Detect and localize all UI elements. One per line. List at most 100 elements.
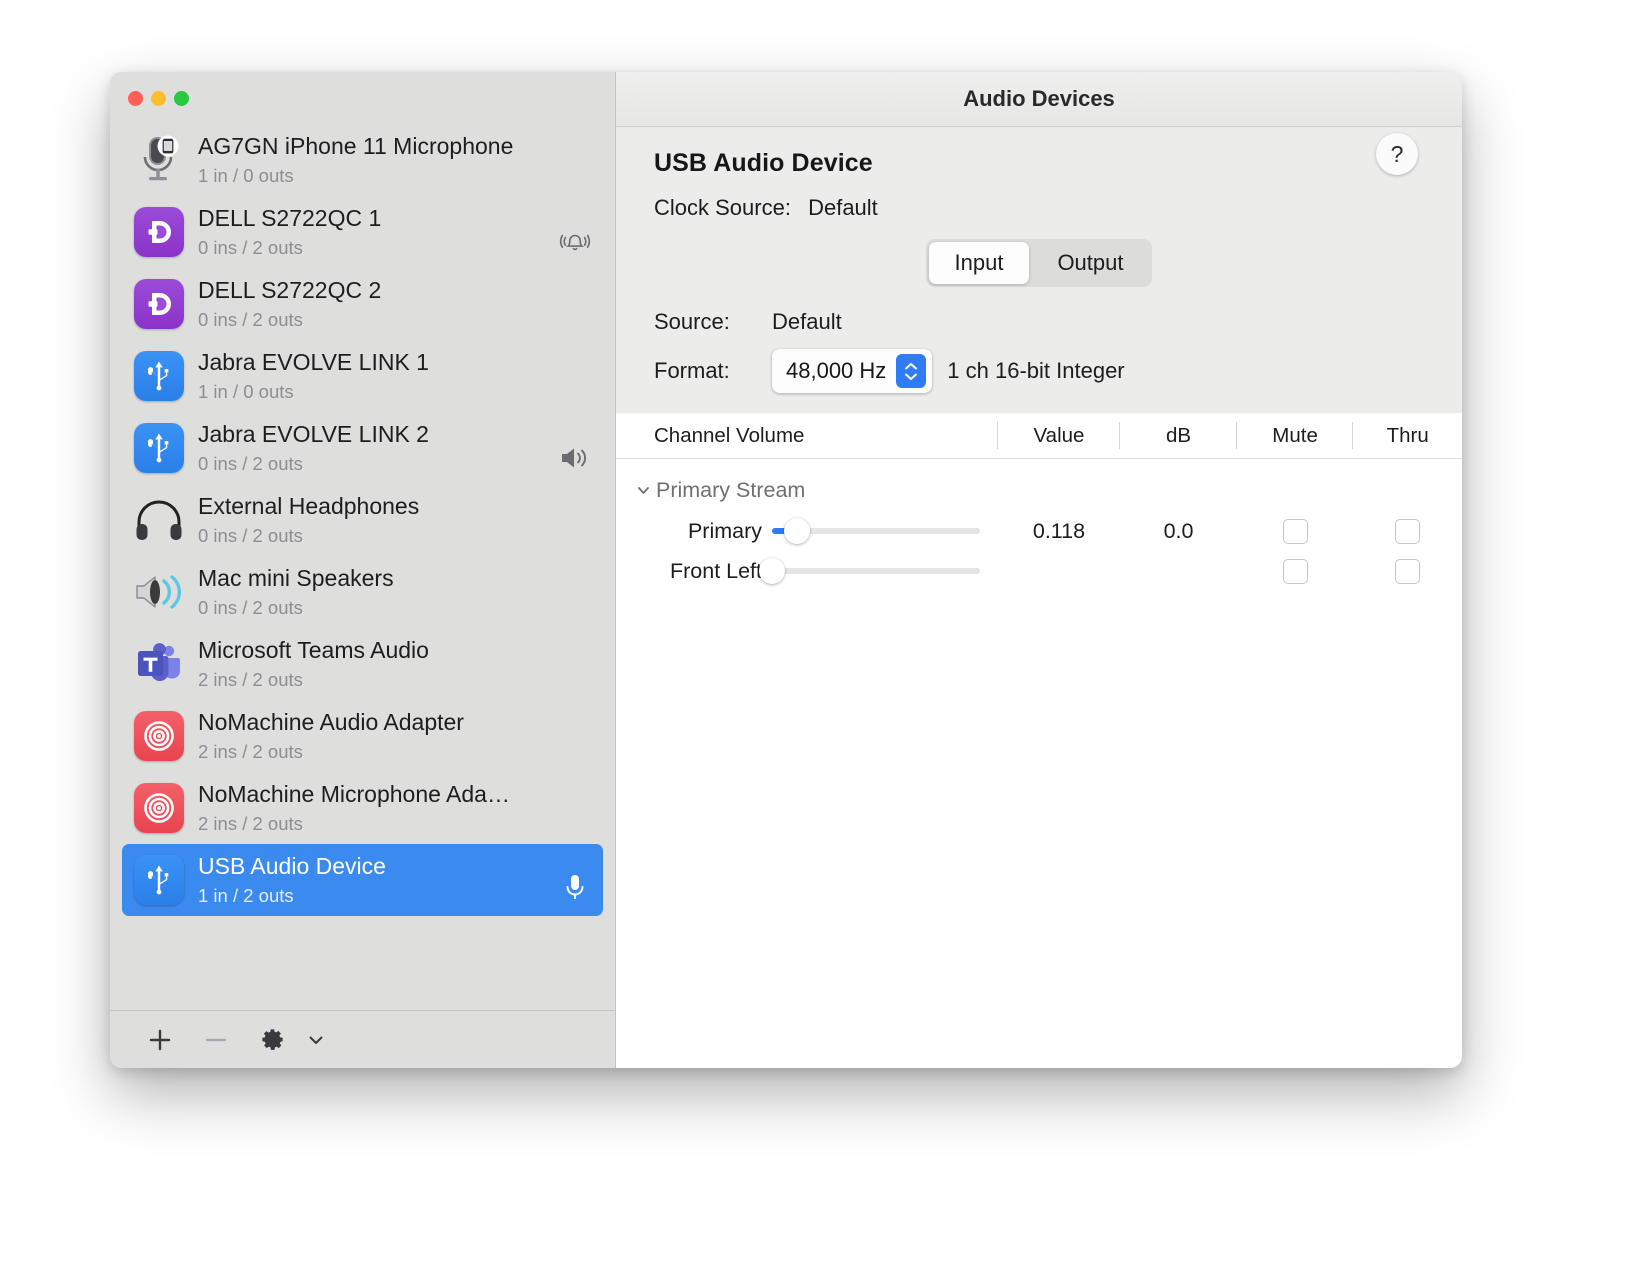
microphone-icon-glyph (566, 875, 584, 899)
sample-rate-popup-button[interactable]: 48,000 Hz (772, 349, 933, 393)
channel-row: Primary 0.118 0.0 (616, 511, 1462, 551)
format-description: 1 ch 16-bit Integer (947, 358, 1125, 383)
thru-checkbox-cell (1353, 518, 1462, 544)
column-label: Value (1033, 423, 1085, 447)
close-button[interactable] (128, 90, 143, 106)
device-channels-label: 0 ins / 2 outs (198, 236, 303, 258)
microphone-icon (555, 853, 595, 907)
device-row[interactable]: DELL S2722QC 2 0 ins / 2 outs (122, 268, 603, 340)
mute-checkbox[interactable] (1282, 518, 1308, 544)
usb-icon-badge (134, 855, 184, 905)
format-row: Format: 48,000 Hz 1 ch 16-bit Integer (654, 349, 1424, 393)
displayport-icon-badge (134, 279, 184, 329)
device-row[interactable]: AG7GN iPhone 11 Microphone 1 in / 0 outs (122, 124, 603, 196)
device-name-label: Mac mini Speakers (198, 565, 394, 592)
device-name-label: USB Audio Device (198, 853, 386, 880)
chevron-down-icon (309, 1036, 323, 1044)
table-body: Primary Stream Primary 0.118 0.0 Front Left (616, 459, 1462, 1068)
gear-chevron-down-icon[interactable] (300, 1018, 332, 1062)
zoom-button[interactable] (174, 90, 189, 106)
column-header-value[interactable]: Value (998, 413, 1121, 458)
mute-checkbox-cell (1237, 518, 1354, 544)
add-device-button[interactable] (132, 1018, 188, 1062)
headphones-icon (132, 493, 186, 547)
channel-value: 0.118 (1032, 518, 1086, 543)
gear-menu-button[interactable] (244, 1018, 300, 1062)
device-name-label: NoMachine Audio Adapter (198, 709, 464, 736)
io-segmented-control[interactable]: Input Output (925, 239, 1153, 287)
stream-group-row[interactable]: Primary Stream (616, 469, 1462, 511)
volume-slider[interactable] (759, 557, 980, 585)
volume-slider[interactable] (772, 517, 980, 545)
device-text: DELL S2722QC 2 0 ins / 2 outs (198, 276, 555, 332)
source-label: Source: (654, 309, 730, 334)
tab-output[interactable]: Output (1031, 242, 1149, 284)
column-header-thru[interactable]: Thru (1353, 413, 1462, 458)
mute-checkbox[interactable] (1282, 558, 1308, 584)
sidebar-toolbar (110, 1010, 615, 1068)
stepper-icon[interactable] (896, 354, 927, 388)
minus-icon (205, 1038, 227, 1041)
displayport-icon-badge (134, 207, 184, 257)
device-list[interactable]: AG7GN iPhone 11 Microphone 1 in / 0 outs D… (110, 124, 615, 1010)
minimize-button[interactable] (151, 90, 166, 106)
tab-input[interactable]: Input (928, 242, 1030, 284)
slider-knob[interactable] (783, 518, 810, 544)
speaker-waves-icon (132, 565, 186, 619)
window-title: Audio Devices (963, 86, 1115, 111)
disclosure-chevron-down-icon[interactable] (630, 482, 656, 499)
speaker-waves-icon-glyph (136, 575, 182, 609)
thru-checkbox[interactable] (1395, 518, 1421, 544)
device-row[interactable]: NoMachine Microphone Ada… 2 ins / 2 outs (122, 772, 603, 844)
device-row[interactable]: DELL S2722QC 1 0 ins / 2 outs (122, 196, 603, 268)
teams-icon (132, 637, 186, 691)
device-text: DELL S2722QC 1 0 ins / 2 outs (198, 204, 555, 260)
window-titlebar: Audio Devices (616, 72, 1462, 127)
device-name-label: Microsoft Teams Audio (198, 637, 429, 664)
clock-source-row: Clock Source: Default (654, 195, 1432, 221)
usb-icon-badge (134, 423, 184, 473)
chevron-up-icon (905, 362, 918, 369)
channel-label: Primary (687, 518, 762, 543)
device-status-empty (555, 277, 595, 331)
device-status-empty (555, 493, 595, 547)
device-row[interactable]: External Headphones 0 ins / 2 outs (122, 484, 603, 556)
device-channels-label: 0 ins / 2 outs (198, 596, 303, 618)
column-header-channel-volume[interactable]: Channel Volume (616, 413, 998, 458)
device-row[interactable]: NoMachine Audio Adapter 2 ins / 2 outs (122, 700, 603, 772)
clock-source-label: Clock Source: (654, 195, 791, 220)
device-status-empty (555, 565, 595, 619)
source-value[interactable]: Default (772, 309, 842, 335)
column-label: Channel Volume (654, 423, 805, 447)
help-button[interactable]: ? (1376, 133, 1418, 175)
displayport-icon (132, 277, 186, 331)
slider-track[interactable] (772, 568, 980, 574)
microphone-iphone-icon-glyph (143, 135, 179, 181)
column-header-mute[interactable]: Mute (1237, 413, 1354, 458)
source-row: Source: Default (654, 309, 1424, 335)
device-name-label: NoMachine Microphone Ada… (198, 781, 510, 808)
column-label: dB (1165, 423, 1192, 447)
gear-icon (261, 1029, 283, 1050)
device-row[interactable]: Jabra EVOLVE LINK 1 1 in / 0 outs (122, 340, 603, 412)
format-block: Source: Default Format: 48,000 Hz 1 ch 1… (616, 287, 1462, 413)
device-row[interactable]: Jabra EVOLVE LINK 2 0 ins / 2 outs (122, 412, 603, 484)
device-channels-label: 2 ins / 2 outs (198, 812, 303, 834)
column-header-db[interactable]: dB (1120, 413, 1237, 458)
column-label: Mute (1272, 423, 1318, 447)
device-text: AG7GN iPhone 11 Microphone 1 in / 0 outs (198, 132, 555, 188)
channel-label: Front Left (669, 558, 762, 583)
usb-icon (132, 349, 186, 403)
device-name-label: AG7GN iPhone 11 Microphone (198, 133, 514, 160)
nomachine-icon-badge (134, 711, 184, 761)
slider-knob[interactable] (759, 558, 785, 584)
thru-checkbox[interactable] (1395, 558, 1421, 584)
device-name-label: Jabra EVOLVE LINK 1 (198, 349, 429, 376)
device-row[interactable]: USB Audio Device 1 in / 2 outs (122, 844, 603, 916)
device-row[interactable]: Microsoft Teams Audio 2 ins / 2 outs (122, 628, 603, 700)
audio-device-detail-pane: Audio Devices USB Audio Device Clock Sou… (616, 72, 1462, 1068)
clock-source-value[interactable]: Default (808, 195, 878, 220)
device-row[interactable]: Mac mini Speakers 0 ins / 2 outs (122, 556, 603, 628)
remove-device-button[interactable] (188, 1018, 244, 1062)
io-tabs-container: Input Output (616, 221, 1462, 287)
